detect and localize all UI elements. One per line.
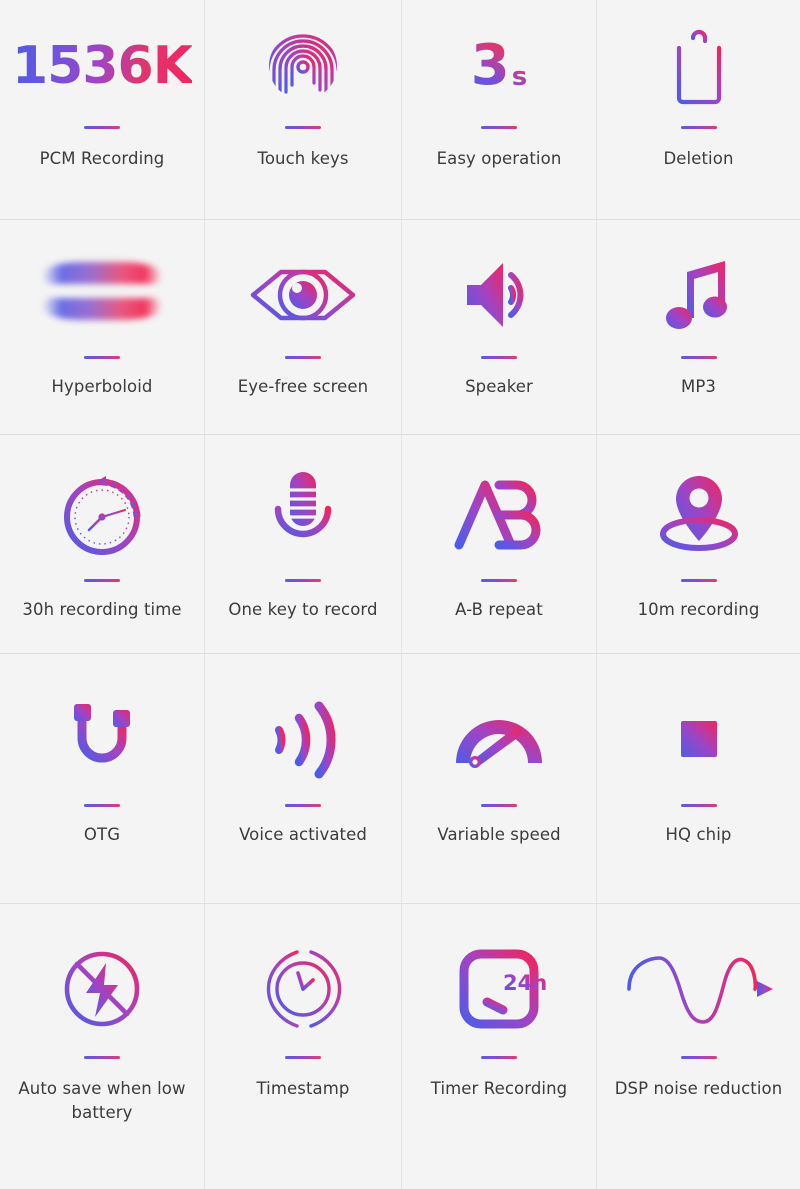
feature-cell-mp3[interactable]: MP3 [597, 220, 800, 435]
feature-label: Easy operation [436, 149, 562, 168]
accent-rule [84, 126, 120, 129]
unit-seconds: s [511, 62, 528, 92]
feature-cell-ab-repeat[interactable]: A-B repeat [402, 435, 597, 654]
feature-cell-timer-recording[interactable]: 24h Timer Recording [402, 904, 597, 1189]
feature-cell-recording-time[interactable]: 30h recording time [0, 435, 205, 654]
feature-cell-eye-free-screen[interactable]: Eye-free screen [205, 220, 402, 435]
ab-letters-icon [402, 461, 596, 569]
feature-label: Variable speed [437, 825, 561, 844]
speedometer-icon [402, 686, 596, 792]
accent-rule [680, 804, 717, 807]
feature-label: 10m recording [637, 600, 760, 619]
feature-label: 30h recording time [22, 600, 182, 619]
curved-bar-top [42, 262, 162, 284]
feature-cell-voice-activated[interactable]: Voice activated [205, 654, 402, 904]
accent-rule [84, 356, 120, 359]
feature-label: Speaker [465, 377, 533, 396]
curved-bar-bottom [42, 298, 162, 320]
feature-label: Hyperboloid [51, 377, 153, 396]
feature-label: PCM Recording [39, 149, 165, 168]
big-text-1536k-icon: 1536K [0, 14, 204, 118]
feature-label: Timer Recording [430, 1079, 568, 1098]
sound-waves-icon [205, 686, 401, 792]
feature-label: Touch keys [257, 149, 349, 168]
feature-cell-timestamp[interactable]: Timestamp [205, 904, 402, 1189]
feature-label: A-B repeat [455, 600, 543, 619]
feature-label: Eye-free screen [237, 377, 369, 396]
feature-label: HQ chip [665, 825, 732, 844]
clock-loop-icon [205, 934, 401, 1044]
value-1536k: 1536K [11, 36, 193, 96]
accent-rule [285, 126, 321, 129]
feature-cell-dsp-noise[interactable]: DSP noise reduction [597, 904, 800, 1189]
feature-cell-one-key-record[interactable]: One key to record [205, 435, 402, 654]
trash-can-icon [597, 14, 800, 118]
feature-cell-otg[interactable]: OTG [0, 654, 205, 904]
accent-rule [84, 1056, 120, 1059]
music-note-icon [597, 244, 800, 346]
magnet-icon [0, 686, 204, 792]
accent-rule [285, 804, 321, 807]
feature-label: Deletion [663, 149, 734, 168]
feature-cell-pcm-recording[interactable]: 1536K PCM Recording [0, 0, 205, 220]
eye-icon [205, 244, 401, 346]
speaker-icon [402, 244, 596, 346]
feature-cell-speaker[interactable]: Speaker [402, 220, 597, 435]
feature-grid: 1536K PCM Recording Touch keys 3 s Easy … [0, 0, 800, 1189]
feature-cell-variable-speed[interactable]: Variable speed [402, 654, 597, 904]
accent-rule [285, 1056, 321, 1059]
feature-label: Timestamp [256, 1079, 350, 1098]
map-pin-icon [597, 461, 800, 569]
accent-rule [680, 356, 717, 359]
feature-cell-touch-keys[interactable]: Touch keys [205, 0, 402, 220]
feature-label: Voice activated [239, 825, 367, 844]
accent-rule [481, 356, 517, 359]
accent-rule [680, 579, 717, 582]
sine-wave-icon [597, 934, 800, 1044]
feature-cell-easy-operation[interactable]: 3 s Easy operation [402, 0, 597, 220]
feature-label: DSP noise reduction [614, 1079, 783, 1098]
feature-cell-hq-chip[interactable]: HQ chip [597, 654, 800, 904]
feature-cell-hyperboloid[interactable]: Hyperboloid [0, 220, 205, 435]
feature-label: MP3 [681, 377, 716, 396]
timer-24h-icon: 24h [402, 934, 596, 1044]
curved-surface-icon [0, 244, 204, 346]
feature-cell-deletion[interactable]: Deletion [597, 0, 800, 220]
accent-rule [481, 579, 517, 582]
accent-rule [481, 126, 517, 129]
timer-24h-text: 24h [503, 971, 547, 995]
feature-label: OTG [83, 825, 121, 844]
feature-label: One key to record [228, 600, 378, 619]
cpu-chip-icon [597, 686, 800, 792]
accent-rule [481, 1056, 517, 1059]
accent-rule [84, 579, 120, 582]
stopwatch-clock-icon [0, 461, 204, 569]
accent-rule [84, 804, 120, 807]
feature-cell-distance-recording[interactable]: 10m recording [597, 435, 800, 654]
accent-rule [680, 126, 717, 129]
feature-cell-auto-save[interactable]: Auto save when low battery [0, 904, 205, 1189]
no-power-icon [0, 934, 204, 1044]
accent-rule [285, 579, 321, 582]
feature-label: Auto save when low battery [18, 1079, 186, 1122]
microphone-icon [205, 461, 401, 569]
three-seconds-icon: 3 s [402, 14, 596, 118]
fingerprint-icon [205, 14, 401, 118]
accent-rule [481, 804, 517, 807]
accent-rule [285, 356, 321, 359]
accent-rule [680, 1056, 717, 1059]
value-3: 3 [470, 33, 510, 98]
